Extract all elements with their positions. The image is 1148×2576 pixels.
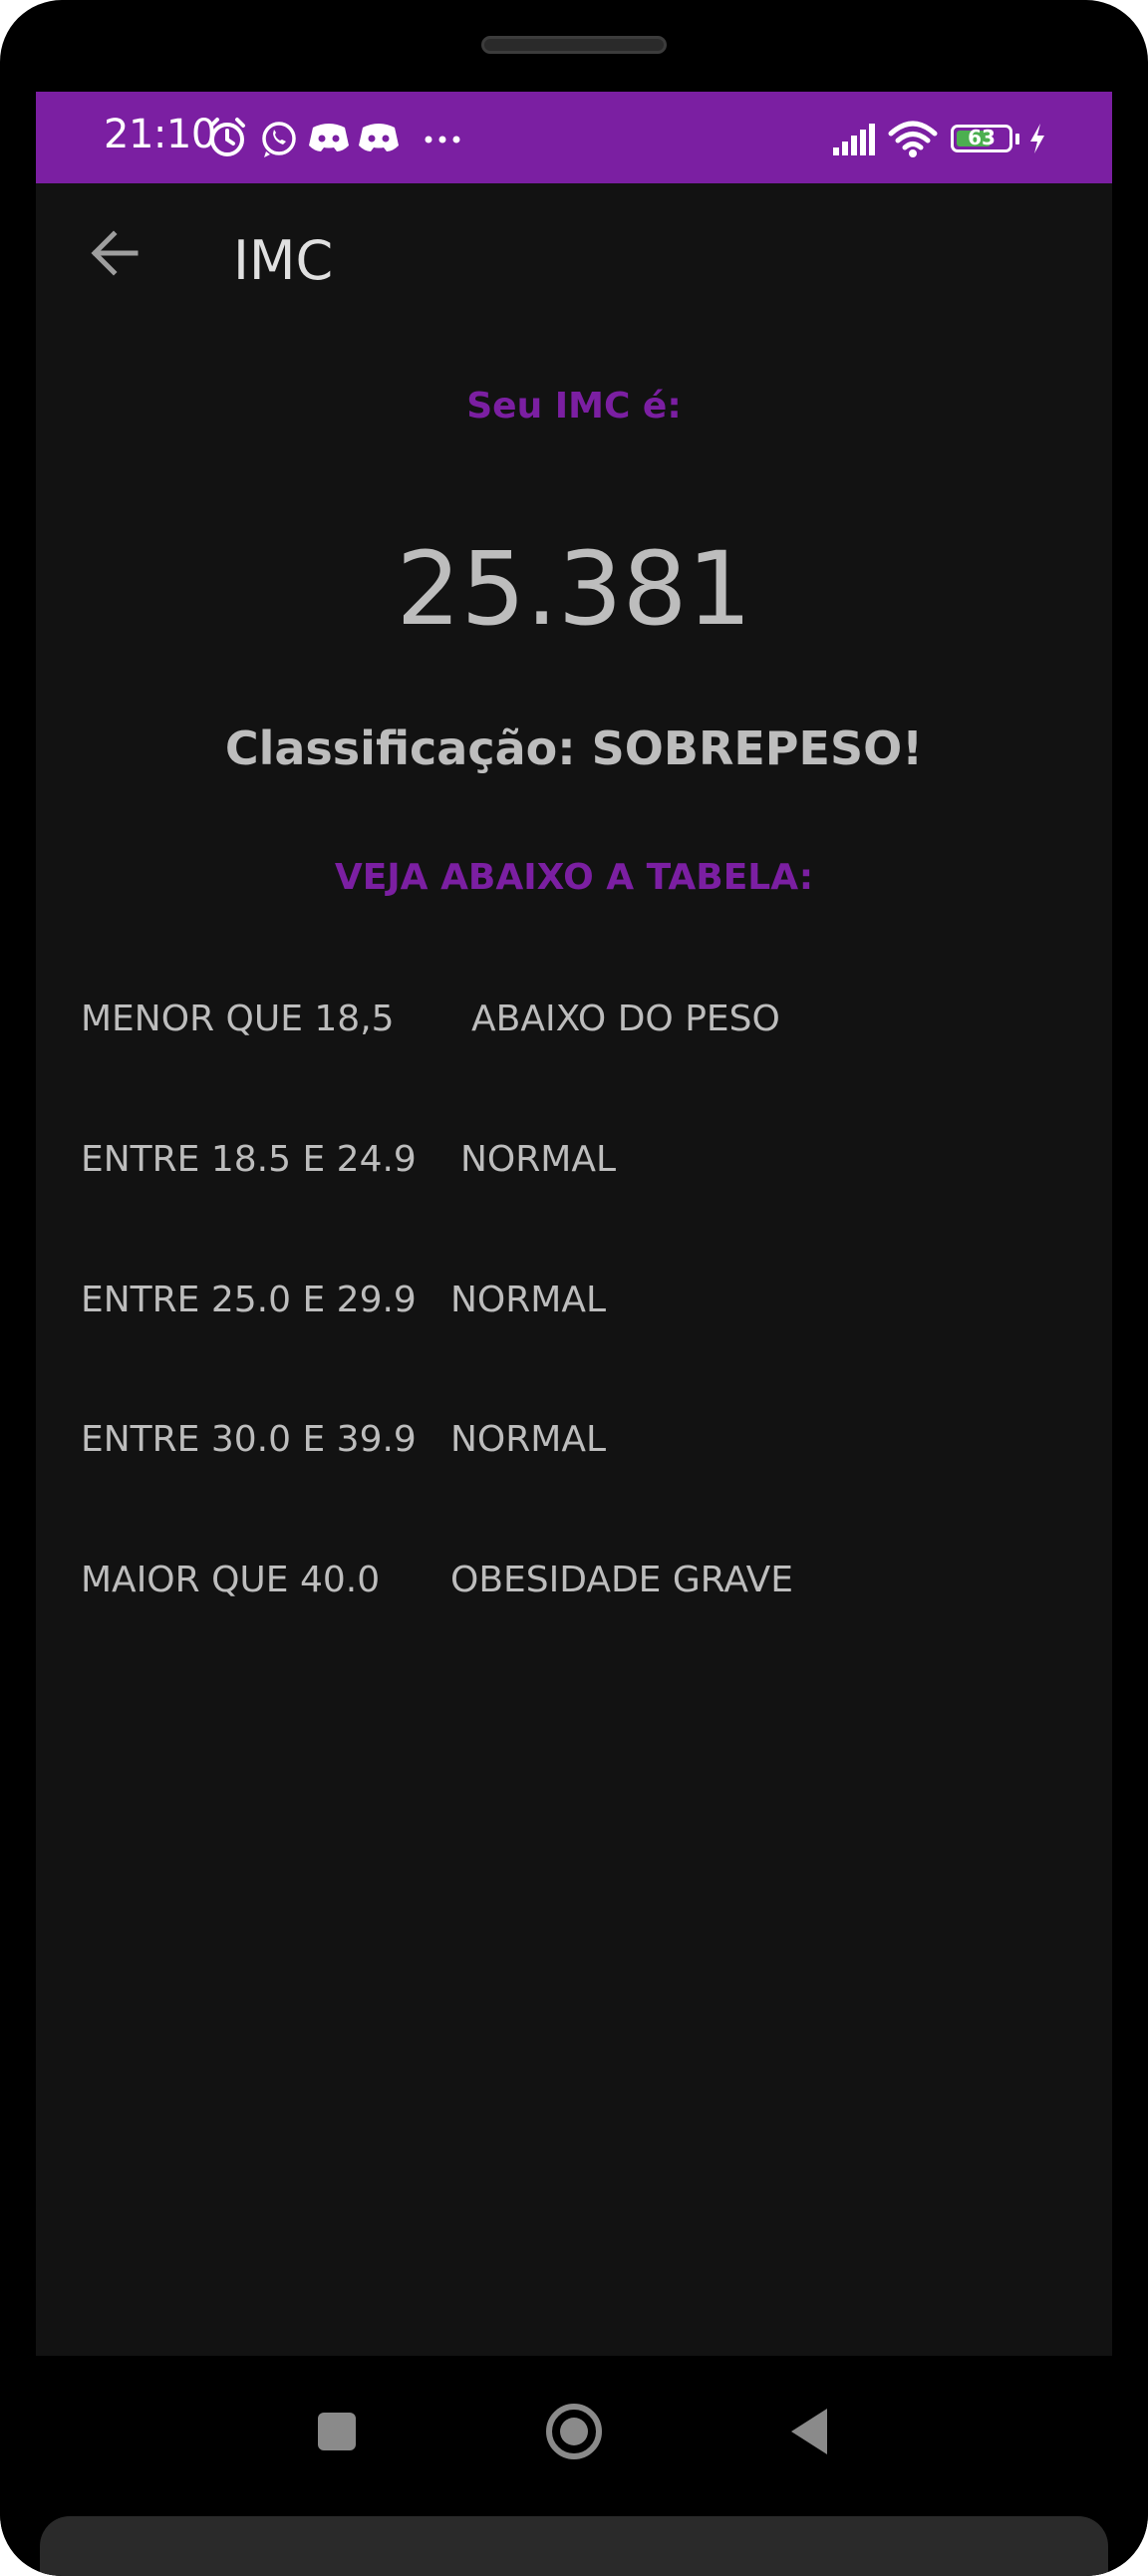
row-classification: NORMAL	[460, 1139, 617, 1180]
phone-frame: 21:10 63 IMC Seu IMC é: 25.381 Classific…	[0, 0, 1148, 2576]
row-range: MAIOR QUE 40.0	[81, 1560, 381, 1600]
battery-level: 63	[968, 126, 996, 149]
bottom-bezel	[40, 2516, 1108, 2576]
app-bar: IMC	[36, 183, 1112, 335]
page-title: IMC	[233, 229, 334, 292]
charging-icon	[1030, 124, 1044, 153]
home-icon[interactable]	[534, 2392, 614, 2471]
whatsapp-icon	[262, 122, 296, 157]
discord-icon	[309, 124, 349, 151]
battery-icon: 63	[951, 125, 1012, 152]
discord-icon	[359, 124, 399, 151]
arrow-back-icon[interactable]	[76, 213, 155, 293]
signal-icon	[833, 124, 875, 155]
alarm-icon	[209, 118, 245, 156]
wifi-icon	[888, 121, 938, 157]
row-classification: ABAIXO DO PESO	[471, 999, 780, 1039]
battery-nub	[1015, 134, 1019, 144]
screen: 21:10 63 IMC Seu IMC é: 25.381 Classific…	[36, 92, 1112, 2356]
more-dots-icon	[425, 136, 460, 143]
earpiece-speaker	[481, 36, 667, 54]
recent-apps-icon[interactable]	[297, 2392, 377, 2471]
back-triangle-icon[interactable]	[769, 2392, 849, 2471]
status-bar: 21:10 63	[36, 92, 1112, 183]
row-range: ENTRE 18.5 E 24.9	[81, 1139, 417, 1180]
row-classification: OBESIDADE GRAVE	[450, 1560, 794, 1600]
status-time: 21:10	[104, 112, 216, 157]
imc-label: Seu IMC é:	[466, 386, 682, 427]
classification-text: Classificação: SOBREPESO!	[224, 721, 924, 775]
row-classification: NORMAL	[450, 1419, 607, 1460]
imc-value: 25.381	[396, 530, 752, 649]
row-range: ENTRE 25.0 E 29.9	[81, 1280, 417, 1320]
row-classification: NORMAL	[450, 1280, 607, 1320]
row-range: MENOR QUE 18,5	[81, 999, 395, 1039]
table-title: VEJA ABAIXO A TABELA:	[334, 857, 814, 898]
row-range: ENTRE 30.0 E 39.9	[81, 1419, 417, 1460]
